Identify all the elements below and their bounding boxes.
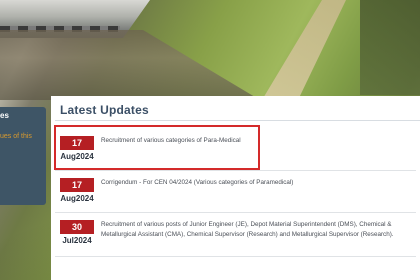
date-day: 17	[60, 178, 94, 192]
item-divider	[55, 212, 416, 213]
latest-updates-panel: Latest Updates 17 Aug2024 Recruitment of…	[51, 96, 420, 280]
dirt-path-image	[262, 0, 346, 100]
date-day: 30	[60, 220, 94, 234]
date-badge: 17 Aug2024	[59, 178, 95, 203]
side-panel-title: es	[0, 111, 9, 120]
update-link[interactable]: Corrigendum - For CEN 04/2024 (Various c…	[101, 178, 414, 188]
item-divider	[55, 170, 416, 171]
foliage-image	[360, 0, 420, 95]
date-badge: 30 Jul2024	[59, 220, 95, 245]
date-badge: 17 Aug2024	[59, 136, 95, 161]
update-link[interactable]: Recruitment of various categories of Par…	[101, 136, 414, 146]
side-panel: es ues of this	[0, 107, 46, 205]
railway-track-image	[0, 30, 260, 100]
update-link[interactable]: Recruitment of various posts of Junior E…	[101, 220, 414, 240]
date-day: 17	[60, 136, 94, 150]
title-divider	[55, 120, 420, 121]
date-month-year: Aug2024	[60, 194, 94, 203]
date-month-year: Aug2024	[60, 152, 94, 161]
item-divider	[55, 256, 416, 257]
section-title: Latest Updates	[60, 103, 149, 117]
side-panel-link[interactable]: ues of this	[0, 131, 44, 142]
date-month-year: Jul2024	[62, 236, 92, 245]
